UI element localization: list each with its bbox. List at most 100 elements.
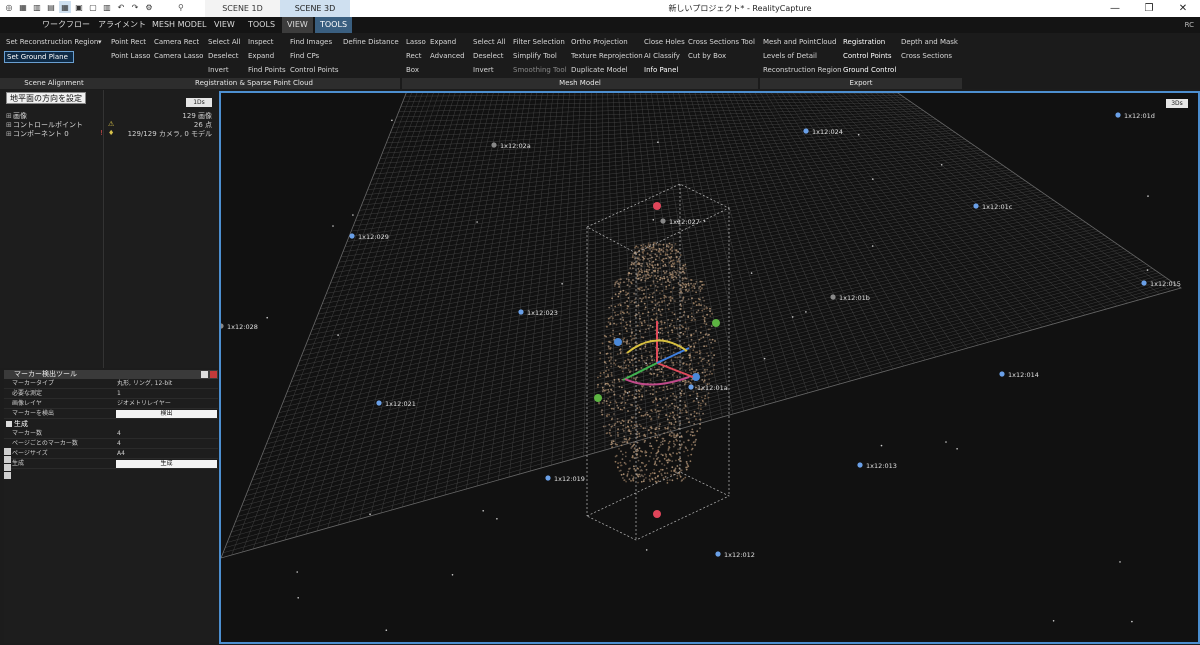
handle-left[interactable] [594,394,602,402]
ortho-projection-button[interactable]: Ortho Projection [571,38,628,46]
3d-viewport[interactable]: 1x12:024 1x12:01d 1x12:02a 1x12:01c 1x12:027… [219,91,1200,644]
mesh-deselect-button[interactable]: Deselect [473,52,504,60]
export-cross-sections-button[interactable]: Cross Sections [901,52,952,60]
marker-type-row[interactable]: マーカータイプ 丸形, リング, 12-bit [4,379,218,389]
marker-1x12-019[interactable]: 1x12:019 [545,475,585,483]
point-rect-button[interactable]: Point Rect [111,38,146,46]
layout-4-icon[interactable]: ▦ [59,1,71,13]
marker-1x12-024[interactable]: 1x12:024 [803,128,843,136]
marker-dot[interactable] [376,400,382,406]
marker-dot[interactable] [999,371,1005,377]
layout-7-icon[interactable]: ▥ [101,1,113,13]
handle-right[interactable] [712,319,720,327]
set-ground-plane-button[interactable]: Set Ground Plane [4,51,74,63]
page-size-row[interactable]: ページサイズ A4 [4,449,218,459]
menu-view-contextual[interactable]: VIEW [282,17,313,33]
markers-per-page-row[interactable]: ページごとのマーカー数 4 [4,439,218,449]
deselect-button[interactable]: Deselect [208,52,239,60]
generate-section-header[interactable]: 生成 [4,419,218,429]
settings-icon[interactable]: ⚙ [143,1,155,13]
cut-by-box-button[interactable]: Cut by Box [688,52,726,60]
marker-dot[interactable] [1141,280,1147,286]
layout-1-icon[interactable]: ▦ [17,1,29,13]
marker-dot[interactable] [518,309,524,315]
undo-icon[interactable]: ↶ [115,1,127,13]
marker-1x12-01b[interactable]: 1x12:01b [830,294,870,302]
marker-1x12-014[interactable]: 1x12:014 [999,371,1039,379]
marker-1x12-01d[interactable]: 1x12:01d [1115,112,1155,120]
redo-icon[interactable]: ↷ [129,1,141,13]
advanced-button[interactable]: Advanced [430,52,465,60]
expand-icon[interactable]: ⊞ [6,130,13,138]
marker-1x12-027[interactable]: 1x12:027 [660,218,700,226]
point-lasso-button[interactable]: Point Lasso [111,52,150,60]
marker-dot[interactable] [660,218,666,224]
expand-icon[interactable]: ⊞ [6,112,13,120]
3ds-view-button[interactable]: 3Ds [1166,99,1188,108]
define-distance-button[interactable]: Define Distance [343,38,399,46]
export-control-points-button[interactable]: Control Points [843,52,892,60]
info-panel-button[interactable]: Info Panel [644,66,678,74]
menu-tools-contextual[interactable]: TOOLS [315,17,353,33]
minimize-button[interactable]: — [1098,0,1132,17]
marker-1x12-01a[interactable]: 1x12:01a [688,384,728,392]
filter-selection-button[interactable]: Filter Selection [513,38,565,46]
layout-3-icon[interactable]: ▤ [45,1,57,13]
marker-dot[interactable] [830,294,836,300]
duplicate-model-button[interactable]: Duplicate Model [571,66,628,74]
app-logo-icon[interactable]: ◎ [3,1,15,13]
find-cps-button[interactable]: Find CPs [290,52,319,60]
menu-tools[interactable]: TOOLS [243,17,280,33]
marker-count-row[interactable]: マーカー数 4 [4,429,218,439]
required-measurements-row[interactable]: 必要な測定 1 [4,389,218,399]
image-layer-row[interactable]: 画像レイヤ ジオメトリレイヤー [4,399,218,409]
box-button[interactable]: Box [406,66,419,74]
side-icon-3[interactable] [4,464,11,471]
export-depth-mask-button[interactable]: Depth and Mask [901,38,958,46]
export-registration-button[interactable]: Registration [843,38,885,46]
detect-button[interactable]: 検出 [116,410,217,418]
marker-dot[interactable] [491,142,497,148]
side-icon-2[interactable] [4,456,11,463]
side-icon-1[interactable] [4,448,11,455]
marker-1x12-012[interactable]: 1x12:012 [715,551,755,559]
marker-dot[interactable] [349,233,355,239]
mesh-expand-button[interactable]: Expand [430,38,456,46]
export-ground-control-button[interactable]: Ground Control [843,66,896,74]
tab-scene-3d[interactable]: SCENE 3D [280,0,350,17]
chevron-down-icon[interactable]: ▾ [98,38,102,46]
control-points-button[interactable]: Control Points [290,66,339,74]
find-images-button[interactable]: Find Images [290,38,332,46]
invert-button[interactable]: Invert [208,66,229,74]
export-mesh-pointcloud-button[interactable]: Mesh and PointCloud [763,38,836,46]
tree-item-component[interactable]: ⊞コンポーネント 0 [6,129,69,139]
mesh-select-all-button[interactable]: Select All [473,38,506,46]
smoothing-tool-button[interactable]: Smoothing Tool [513,66,567,74]
marker-1x12-013[interactable]: 1x12:013 [857,462,897,470]
marker-dot[interactable] [545,475,551,481]
texture-reprojection-button[interactable]: Texture Reprojection [571,52,643,60]
handle-bottom[interactable] [653,510,661,518]
menu-mesh-model[interactable]: MESH MODEL [147,17,211,33]
handle-back[interactable] [692,373,700,381]
mesh-invert-button[interactable]: Invert [473,66,494,74]
marker-dot[interactable] [221,323,224,329]
close-window-button[interactable]: ✕ [1166,0,1200,17]
marker-1x12-01c[interactable]: 1x12:01c [973,203,1013,211]
generate-button[interactable]: 生成 [116,460,217,468]
set-reconstruction-region-button[interactable]: Set Reconstruction Region [6,38,98,46]
layout-5-icon[interactable]: ▣ [73,1,85,13]
marker-dot[interactable] [1115,112,1121,118]
maximize-button[interactable]: ❐ [1132,0,1166,17]
handle-top[interactable] [653,202,661,210]
marker-1x12-015[interactable]: 1x12:015 [1141,280,1181,288]
marker-1x12-028[interactable]: 1x12:028 [221,323,258,331]
marker-1x12-02a[interactable]: 1x12:02a [491,142,531,150]
menu-alignment[interactable]: アライメント [93,17,151,33]
camera-lasso-button[interactable]: Camera Lasso [154,52,203,60]
close-holes-button[interactable]: Close Holes [644,38,685,46]
panel-pin-icon[interactable] [201,371,208,378]
simplify-tool-button[interactable]: Simplify Tool [513,52,557,60]
menu-view[interactable]: VIEW [209,17,240,33]
scene-canvas[interactable]: 1x12:024 1x12:01d 1x12:02a 1x12:01c 1x12:027… [221,93,1198,642]
